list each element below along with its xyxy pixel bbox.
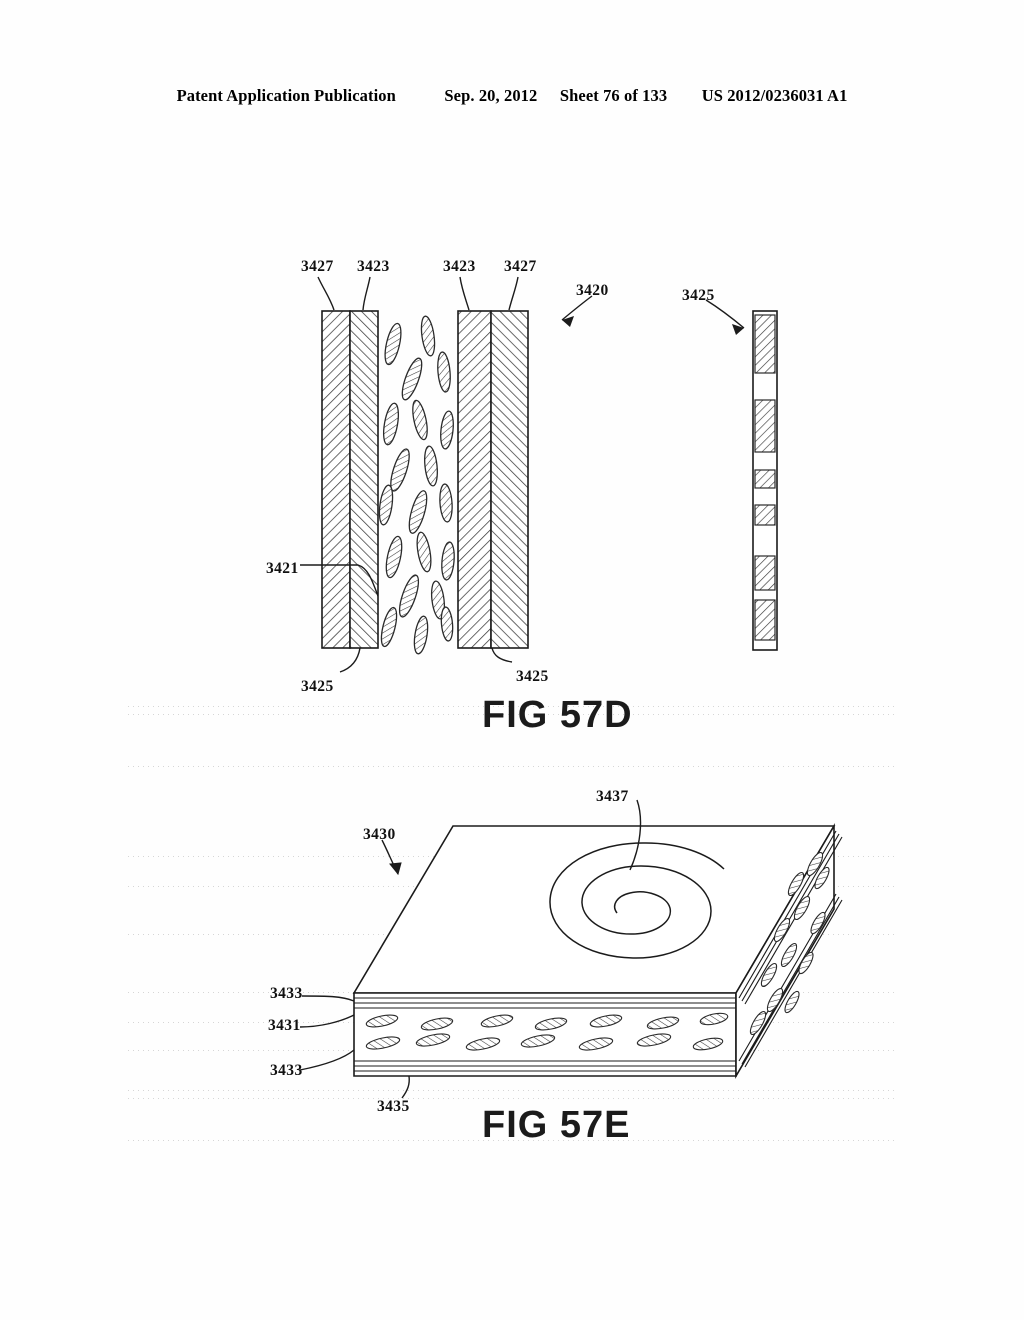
fig-57d-caption: FIG 57D: [482, 694, 633, 736]
callout-arrow-3420: [561, 295, 593, 327]
patent-sheet: Patent Application Publication Sep. 20, …: [0, 0, 1024, 1320]
ref-3435: 3435: [377, 1098, 410, 1115]
ref-3425-strip: 3425: [682, 287, 715, 304]
ref-3425-left-bottom: 3425: [301, 678, 334, 695]
left-inner-layer-3423: [349, 310, 379, 649]
fig-57d-drawing: [300, 276, 778, 673]
fig-57e-drawing: [299, 799, 843, 1099]
ref-3437: 3437: [596, 788, 629, 805]
ref-3433-upper: 3433: [270, 985, 303, 1002]
ref-3427-left: 3427: [301, 258, 334, 275]
ref-3430: 3430: [363, 826, 396, 843]
ref-3431: 3431: [268, 1017, 301, 1034]
ref-3425-right-bottom: 3425: [516, 668, 549, 685]
ref-3427-right: 3427: [504, 258, 537, 275]
ref-3433-lower: 3433: [270, 1062, 303, 1079]
liquid-crystal-directors: [378, 315, 455, 655]
ref-3421: 3421: [266, 560, 299, 577]
ref-3423-left: 3423: [357, 258, 390, 275]
right-outer-layer-3427: [490, 310, 529, 649]
right-inner-layer-3423: [457, 310, 492, 649]
ref-3423-right: 3423: [443, 258, 476, 275]
segmented-strip-3425: [752, 310, 778, 651]
left-outer-layer-3427: [321, 310, 351, 649]
left-substrate-stack: [321, 310, 379, 649]
callout-arrow-3425-strip: [705, 299, 745, 335]
right-substrate-stack: [457, 310, 529, 649]
fig-57e-caption: FIG 57E: [482, 1104, 631, 1146]
callout-arrow-3430: [381, 839, 402, 876]
ref-3420: 3420: [576, 282, 609, 299]
